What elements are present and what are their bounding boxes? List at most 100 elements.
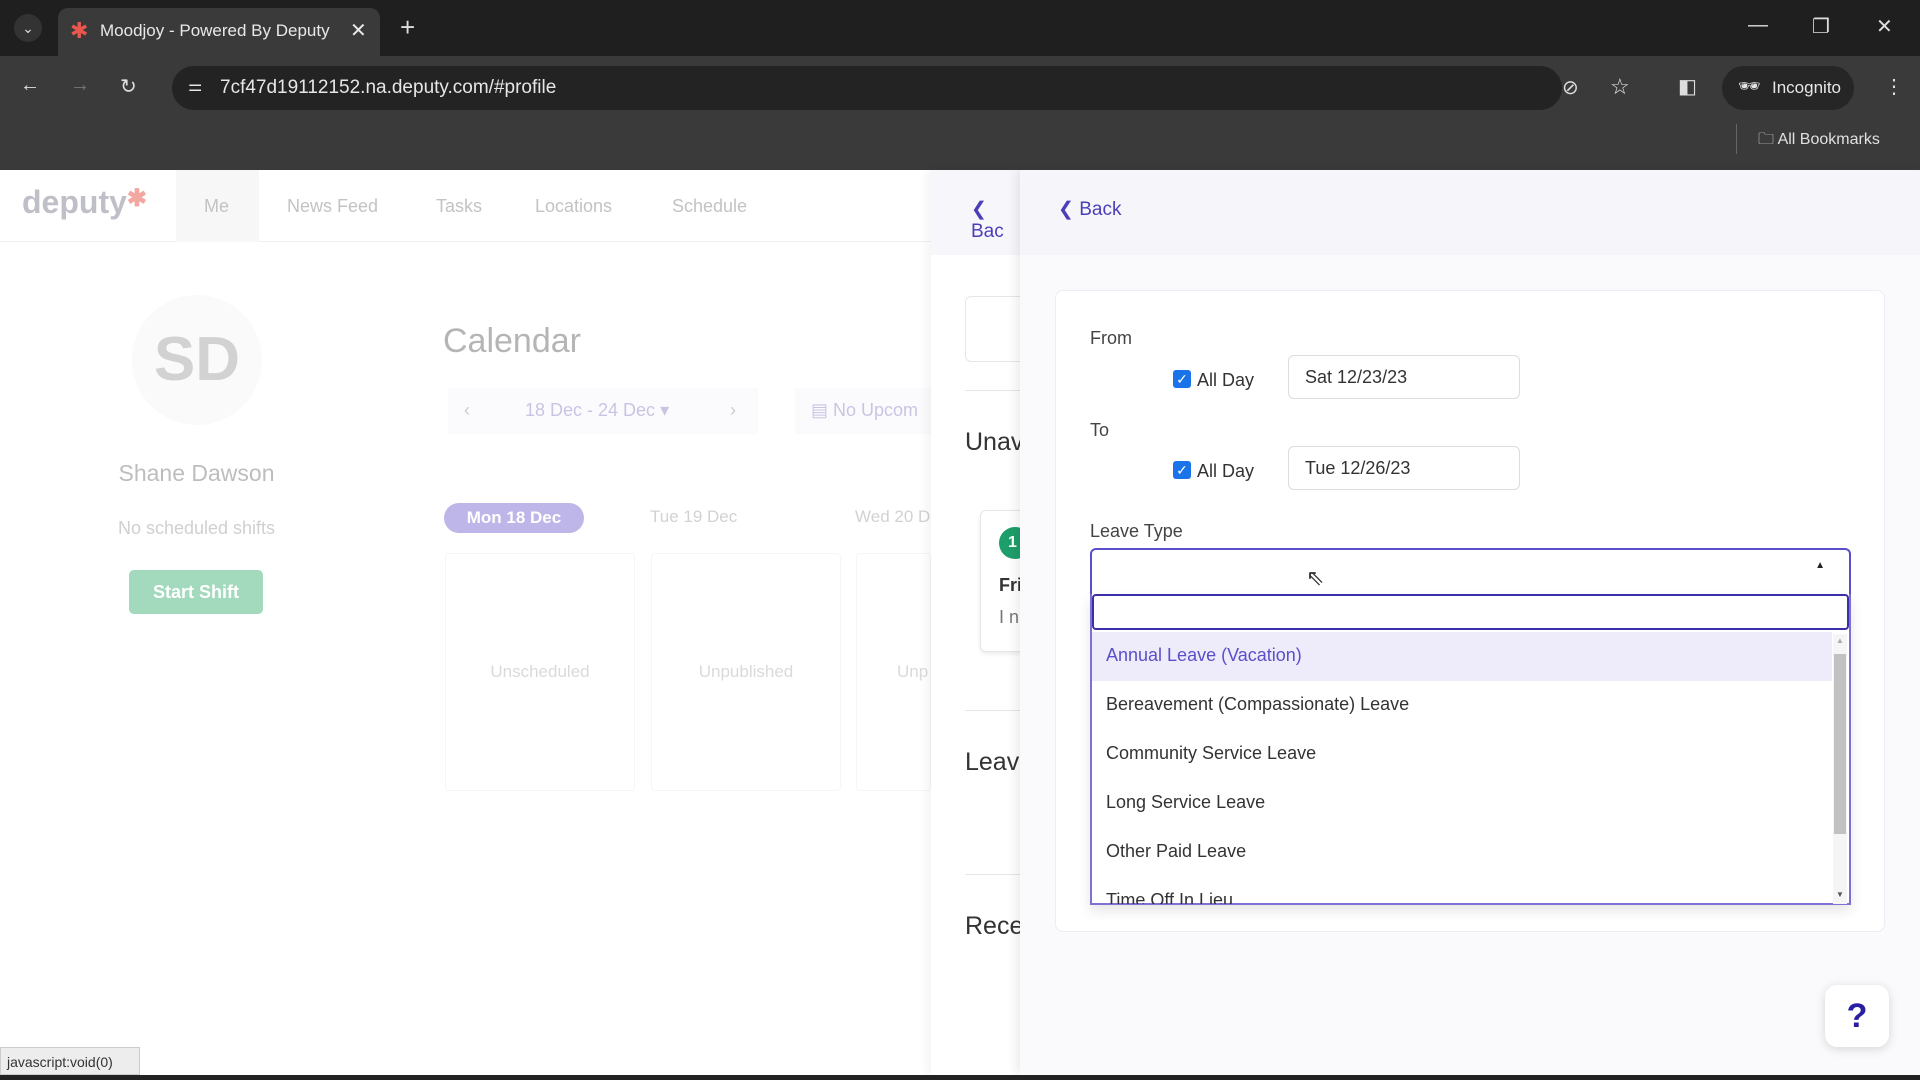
nav-item-news-feed[interactable]: News Feed — [287, 196, 378, 217]
panel-header — [1020, 170, 1920, 255]
reload-icon[interactable]: ↻ — [120, 74, 137, 99]
all-bookmarks[interactable]: 🗀 All Bookmarks — [1758, 128, 1880, 155]
divider — [965, 390, 1020, 391]
unavailability-card[interactable]: 1 Fri I n — [980, 510, 1020, 652]
status-bar-url: javascript:void(0) — [0, 1047, 140, 1075]
to-all-day-label[interactable]: All Day — [1197, 461, 1254, 482]
recent-heading: Rece — [965, 912, 1020, 940]
upcoming-button[interactable]: ▤ No Upcom — [795, 388, 931, 434]
option-long-service-leave[interactable]: Long Service Leave — [1092, 779, 1832, 828]
day-label[interactable]: Wed 20 D — [855, 507, 931, 527]
incognito-icon: 🕶 — [1738, 76, 1761, 96]
logo-star-icon: ✱ — [126, 185, 147, 212]
deputy-logo[interactable]: deputy✱ — [22, 184, 147, 221]
option-time-off-in-lieu[interactable]: Time Off In Lieu — [1092, 877, 1832, 904]
options-list: Annual Leave (Vacation) Bereavement (Com… — [1092, 632, 1832, 904]
option-annual-leave[interactable]: Annual Leave (Vacation) — [1092, 632, 1832, 681]
incognito-label: Incognito — [1772, 78, 1841, 97]
scroll-up-icon[interactable]: ▲ — [1836, 636, 1844, 645]
star-icon[interactable]: ☆ — [1610, 74, 1630, 100]
tab-title: Moodjoy - Powered By Deputy — [100, 21, 330, 40]
eye-off-icon[interactable]: ⊘ — [1562, 75, 1579, 100]
back-button[interactable]: ❮ Back — [1058, 198, 1124, 224]
back-icon[interactable]: ← — [20, 74, 40, 97]
scrollbar-thumb[interactable] — [1834, 654, 1846, 834]
day-pill-active[interactable]: Mon 18 Dec — [444, 503, 584, 533]
summary-card — [965, 296, 1020, 362]
to-all-day-checkbox[interactable]: ✓ — [1173, 461, 1191, 479]
nav-item-me[interactable]: Me — [204, 196, 229, 217]
back-label: Back — [1079, 199, 1122, 220]
deputy-favicon-icon: ✱ — [70, 18, 89, 43]
start-shift-button[interactable]: Start Shift — [129, 570, 263, 614]
option-other-paid-leave[interactable]: Other Paid Leave — [1092, 828, 1832, 877]
to-label: To — [1090, 420, 1110, 440]
day-column: Unpublished — [651, 553, 841, 791]
address-bar[interactable]: ⚌ 7cf47d19112152.na.deputy.com/#profile … — [172, 66, 1630, 110]
divider — [965, 710, 1020, 711]
mouse-cursor-icon: ⇖ — [1306, 565, 1325, 590]
restore-icon[interactable]: ❐ — [1812, 14, 1830, 39]
taskbar-edge — [0, 1075, 1920, 1080]
scroll-down-icon[interactable]: ▼ — [1836, 890, 1844, 899]
date-range-nav: ‹ 18 Dec - 24 Dec ▾ › — [448, 388, 758, 434]
unavailability-day: Fri — [999, 575, 1020, 595]
forward-icon[interactable]: → — [70, 74, 90, 97]
shift-status: No scheduled shifts — [117, 518, 276, 538]
leave-type-search-input[interactable] — [1092, 594, 1849, 630]
leave-heading: Leave — [965, 748, 1020, 776]
caret-up-icon: ▲ — [1815, 560, 1825, 571]
back-button-behind[interactable]: ❮ Bac — [971, 198, 1020, 243]
browser-tab[interactable]: ✱ Moodjoy - Powered By Deputy ✕ — [58, 8, 380, 56]
close-tab-icon[interactable]: ✕ — [350, 18, 367, 43]
back-label: Bac — [971, 221, 1004, 242]
day-column: Unp — [856, 553, 931, 791]
day-column: Unscheduled — [445, 553, 635, 791]
divider — [965, 874, 1020, 875]
calendar-title: Calendar — [443, 322, 581, 360]
new-tab-icon[interactable]: + — [400, 12, 415, 43]
tab-search-icon[interactable]: ⌄ — [14, 14, 42, 42]
unavailability-info: I n — [999, 607, 1020, 627]
close-window-icon[interactable]: ✕ — [1876, 14, 1893, 39]
unavailability-heading: Unav — [965, 428, 1020, 456]
bookmarks-label: All Bookmarks — [1777, 131, 1880, 148]
date-range-label: 18 Dec - 24 Dec — [525, 400, 656, 420]
url-text: 7cf47d19112152.na.deputy.com/#profile — [220, 77, 557, 98]
prev-week-icon[interactable]: ‹ — [464, 400, 470, 421]
menu-icon[interactable]: ⋮ — [1884, 74, 1904, 99]
leave-type-select[interactable]: ▲ — [1090, 548, 1851, 594]
to-date-input[interactable]: Tue 12/26/23 — [1288, 446, 1520, 490]
logo-text: deputy — [22, 184, 127, 220]
date-badge: 1 — [999, 527, 1020, 559]
profile-name: Shane Dawson — [118, 460, 275, 486]
next-week-icon[interactable]: › — [730, 400, 736, 421]
help-button[interactable]: ? — [1825, 985, 1889, 1047]
from-all-day-label[interactable]: All Day — [1197, 370, 1254, 391]
from-label: From — [1090, 328, 1132, 348]
divider — [1736, 124, 1737, 154]
nav-item-locations[interactable]: Locations — [535, 196, 612, 217]
from-all-day-checkbox[interactable]: ✓ — [1173, 370, 1191, 388]
option-bereavement-leave[interactable]: Bereavement (Compassionate) Leave — [1092, 681, 1832, 730]
chevron-left-icon: ❮ — [971, 199, 987, 220]
nav-item-tasks[interactable]: Tasks — [436, 196, 482, 217]
site-settings-icon[interactable]: ⚌ — [188, 76, 202, 96]
date-range-picker[interactable]: 18 Dec - 24 Dec ▾ — [525, 400, 669, 421]
folder-icon: 🗀 — [1758, 131, 1778, 148]
caret-down-icon: ▾ — [660, 400, 670, 420]
incognito-badge[interactable]: 🕶 Incognito — [1722, 66, 1854, 110]
side-panel-icon[interactable]: ◧ — [1678, 74, 1697, 99]
from-date-input[interactable]: Sat 12/23/23 — [1288, 355, 1520, 399]
minimize-icon[interactable]: — — [1748, 14, 1768, 37]
leave-panel-behind: ❮ Bac Unav 1 Fri I n Leave Rece — [931, 170, 1020, 1075]
chevron-left-icon: ❮ — [1058, 199, 1080, 220]
leave-type-label: Leave Type — [1090, 521, 1183, 541]
calendar-icon: ▤ — [811, 400, 834, 420]
option-community-service-leave[interactable]: Community Service Leave — [1092, 730, 1832, 779]
avatar: SD — [132, 295, 262, 425]
dropdown-scrollbar[interactable]: ▲ ▼ — [1833, 634, 1847, 904]
nav-item-schedule[interactable]: Schedule — [672, 196, 747, 217]
upcoming-label: No Upcom — [833, 400, 919, 420]
day-label[interactable]: Tue 19 Dec — [650, 507, 737, 527]
